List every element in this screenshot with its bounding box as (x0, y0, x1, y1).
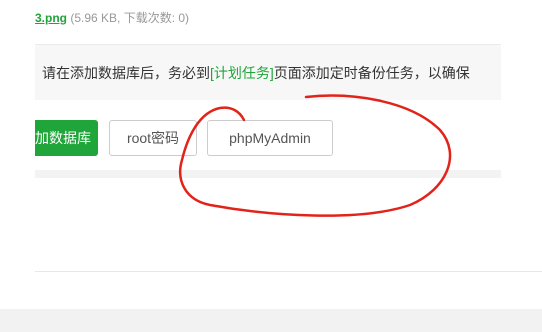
notice-text: 请在添加数据库后，务必到[计划任务]页面添加定时备份任务，以确保 (42, 64, 470, 82)
notice-bar: 请在添加数据库后，务必到[计划任务]页面添加定时备份任务，以确保 (35, 44, 501, 102)
notice-prefix: 请在添加数据库后，务必到 (42, 65, 210, 81)
database-toolbar: 加数据库 root密码 phpMyAdmin (35, 100, 501, 178)
divider (35, 271, 542, 272)
phpmyadmin-button[interactable]: phpMyAdmin (207, 120, 333, 156)
footer-strip (0, 309, 542, 332)
cron-task-link[interactable]: [计划任务] (210, 65, 274, 81)
add-database-button[interactable]: 加数据库 (35, 120, 98, 156)
root-password-button[interactable]: root密码 (109, 120, 197, 156)
attachment-line: 3.png (5.96 KB, 下载次数: 0) (35, 10, 189, 26)
attachment-meta: (5.96 KB, 下载次数: 0) (70, 11, 190, 25)
toolbar-bottom-strip (35, 170, 501, 178)
notice-suffix: 页面添加定时备份任务，以确保 (273, 65, 470, 81)
attachment-filename-link[interactable]: 3.png (35, 11, 67, 25)
